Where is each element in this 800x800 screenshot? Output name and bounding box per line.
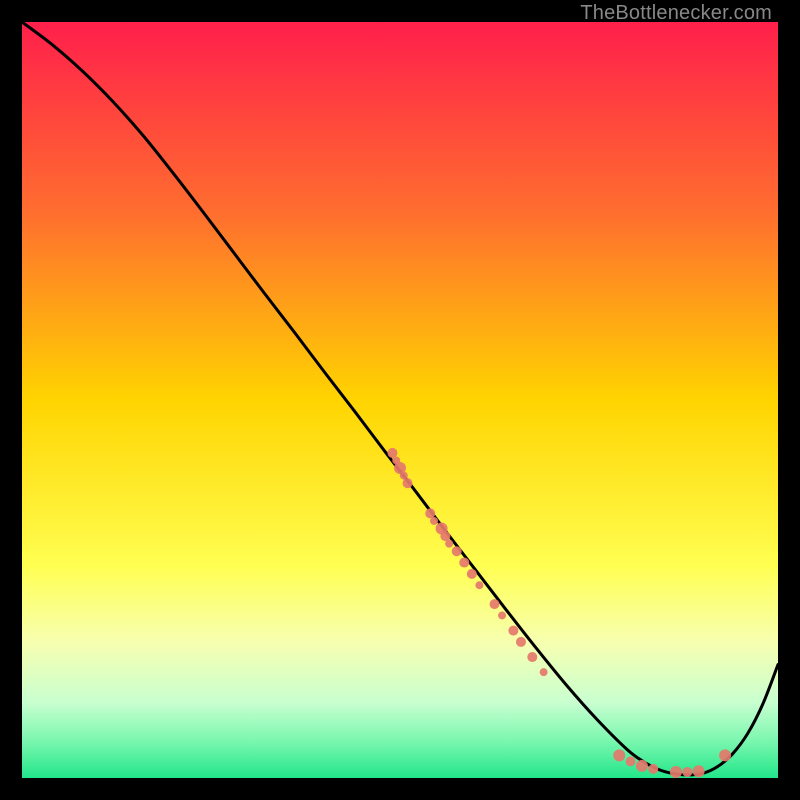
- data-point: [508, 626, 518, 636]
- data-point: [445, 540, 453, 548]
- data-point: [636, 760, 648, 772]
- data-point: [527, 652, 537, 662]
- data-point: [648, 764, 658, 774]
- data-point: [430, 517, 438, 525]
- bottleneck-chart: [22, 22, 778, 778]
- data-point: [613, 749, 625, 761]
- data-point: [670, 766, 682, 778]
- data-point: [452, 546, 462, 556]
- data-point: [498, 611, 506, 619]
- data-point: [440, 531, 450, 541]
- data-point: [516, 637, 526, 647]
- data-point: [403, 478, 413, 488]
- chart-frame: [22, 22, 778, 778]
- data-point: [459, 558, 469, 568]
- gradient-background: [22, 22, 778, 778]
- data-point: [475, 581, 483, 589]
- data-point: [425, 508, 435, 518]
- data-point: [693, 765, 705, 777]
- data-point: [719, 749, 731, 761]
- data-point: [540, 668, 548, 676]
- data-point: [626, 756, 636, 766]
- data-point: [682, 767, 692, 777]
- data-point: [490, 599, 500, 609]
- data-point: [387, 448, 397, 458]
- data-point: [467, 569, 477, 579]
